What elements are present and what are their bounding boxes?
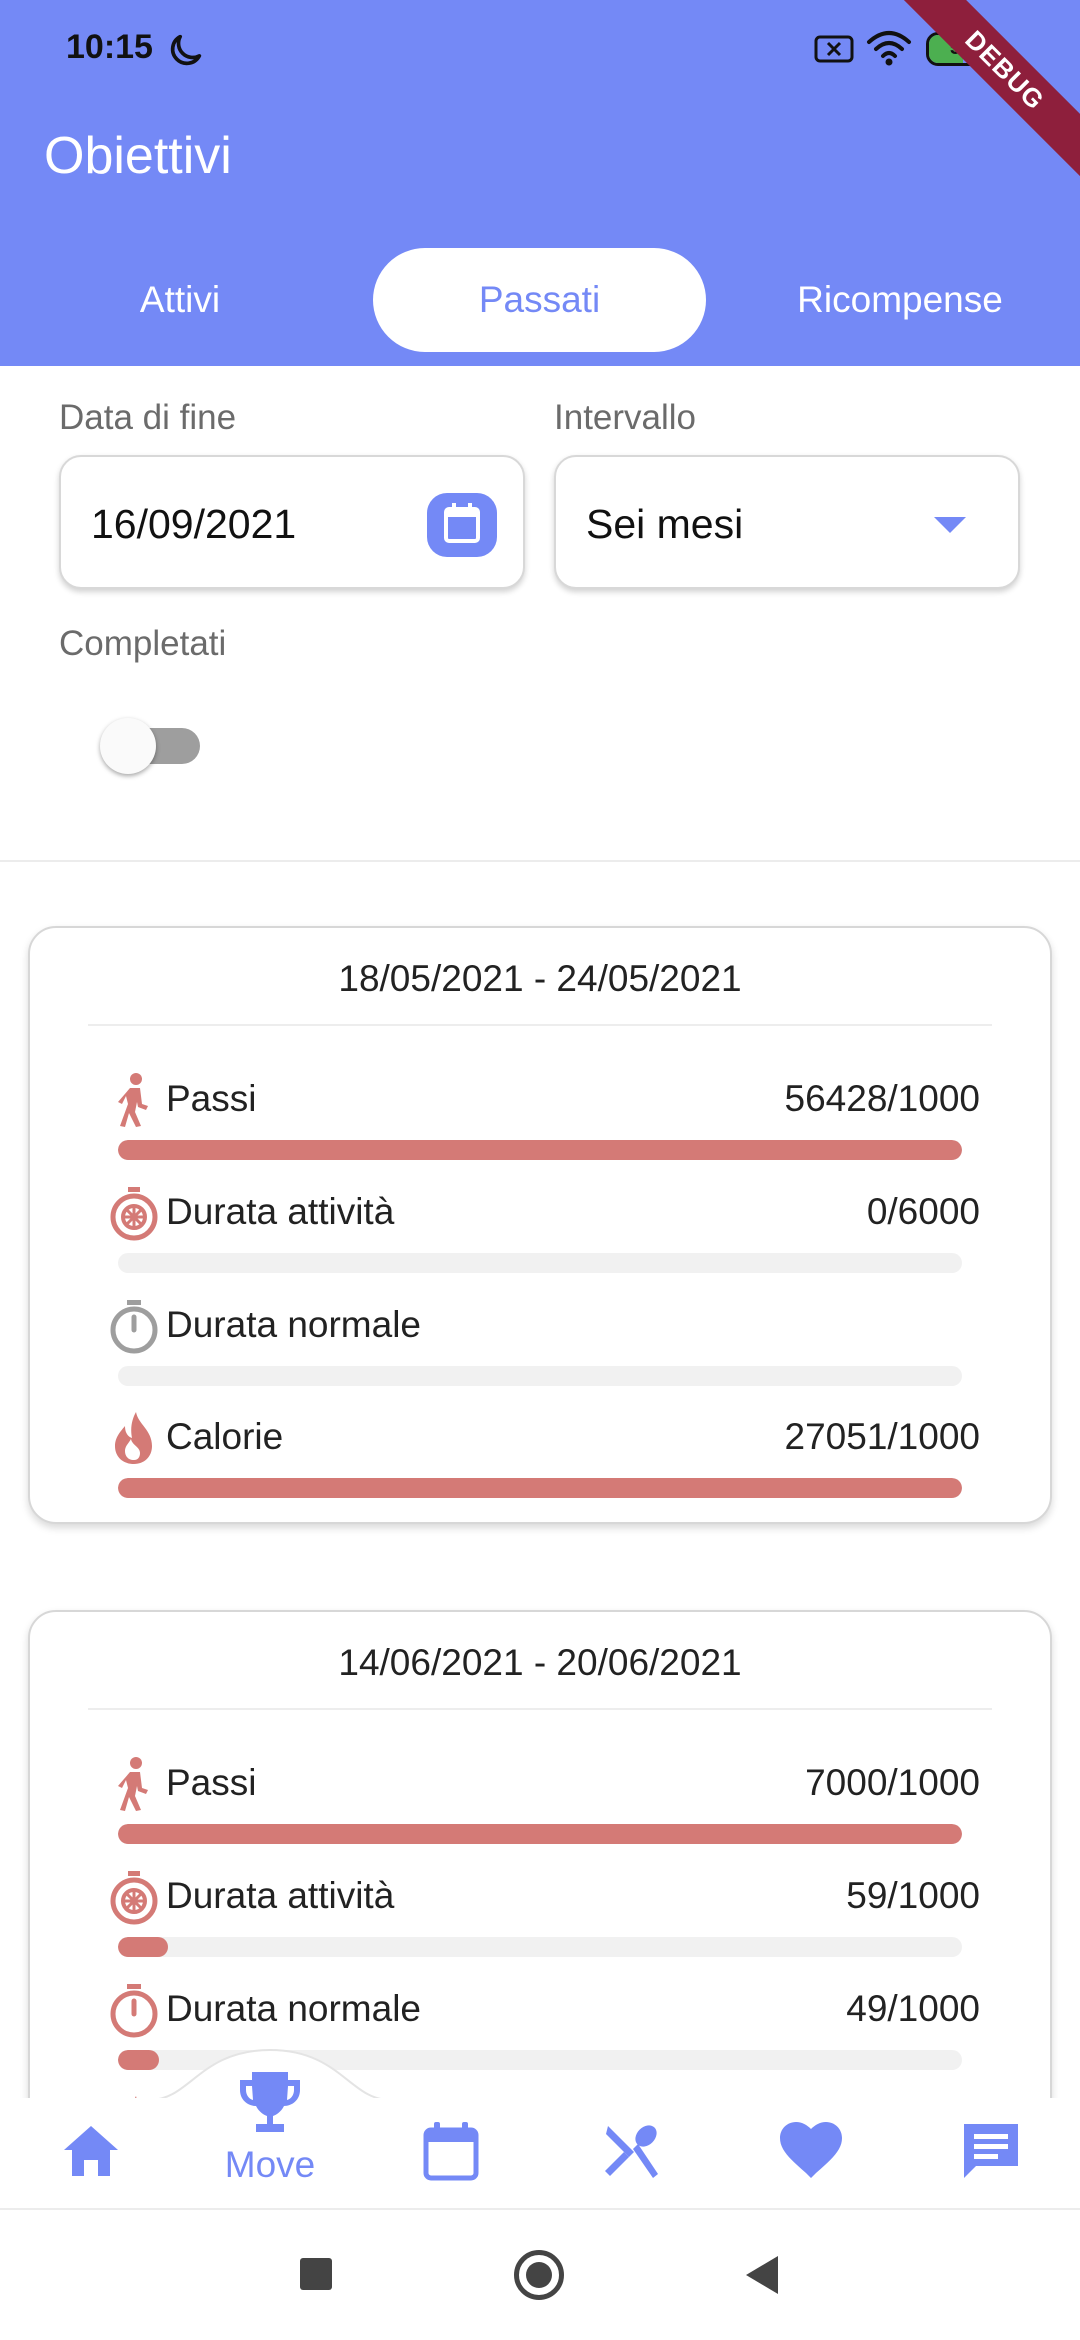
wifi-icon bbox=[867, 31, 911, 66]
goal-progress-bar bbox=[118, 1937, 962, 1957]
goal-period: 18/05/2021 - 24/05/2021 bbox=[338, 958, 742, 999]
dropdown-arrow-icon bbox=[934, 517, 966, 533]
debug-banner: DEBUG bbox=[886, 0, 1080, 189]
goal-label: Passi bbox=[166, 1078, 257, 1119]
goal-label: Passi bbox=[166, 1762, 257, 1803]
goal-value: 7000/1000 bbox=[805, 1762, 980, 1803]
tab-attivi[interactable]: Attivi bbox=[40, 248, 320, 352]
goal-value: 49/1000 bbox=[846, 1988, 980, 2029]
bottom-navigation bbox=[0, 2098, 1080, 2210]
goal-progress-bar bbox=[118, 1824, 962, 1844]
status-time: 10:15 bbox=[66, 28, 153, 66]
goal-progress-fill bbox=[118, 1937, 168, 1957]
goal-card[interactable]: 18/05/2021 - 24/05/2021 Passi 56428/1000… bbox=[28, 926, 1052, 1524]
goal-value: 0/6000 bbox=[866, 1191, 980, 1232]
goal-tabs: Attivi Passati Ricompense bbox=[0, 248, 1080, 352]
card-divider bbox=[88, 1708, 992, 1710]
card-divider bbox=[88, 1024, 992, 1026]
home-icon[interactable] bbox=[56, 2116, 126, 2186]
interval-value: Sei mesi bbox=[586, 501, 744, 547]
filters-divider bbox=[0, 860, 1080, 862]
utensils-icon[interactable] bbox=[596, 2116, 666, 2186]
nav-move-label[interactable]: Move bbox=[200, 2144, 340, 2186]
chat-icon[interactable] bbox=[956, 2116, 1026, 2186]
walking-icon bbox=[118, 1073, 148, 1127]
goal-label: Calorie bbox=[166, 1416, 284, 1457]
end-date-value: 16/09/2021 bbox=[91, 501, 297, 547]
toggle-thumb bbox=[100, 718, 156, 774]
fire-icon bbox=[115, 1412, 152, 1464]
goal-label: Durata attività bbox=[166, 1875, 395, 1916]
app-header: 10:15 53 DEBUG Obiettivi Attivi Passati … bbox=[0, 0, 1080, 366]
interval-select[interactable]: Sei mesi bbox=[554, 455, 1020, 589]
date-picker-button[interactable] bbox=[427, 493, 497, 557]
goal-progress-fill bbox=[118, 1824, 962, 1844]
goal-label: Durata attività bbox=[166, 1191, 395, 1232]
home-button[interactable] bbox=[514, 2250, 564, 2300]
calendar-nav-icon[interactable] bbox=[416, 2116, 486, 2186]
goal-value: 27051/1000 bbox=[784, 1416, 980, 1457]
activity-timer-icon bbox=[110, 1871, 158, 1925]
stopwatch-icon bbox=[110, 1300, 158, 1354]
goal-row-activity-duration: Durata attività 0/6000 bbox=[30, 1175, 1050, 1285]
goal-label: Durata normale bbox=[166, 1988, 422, 2029]
stopwatch-icon bbox=[110, 1984, 158, 2038]
tab-passati[interactable]: Passati bbox=[373, 248, 706, 352]
interval-label: Intervallo bbox=[554, 398, 697, 437]
heart-icon[interactable] bbox=[776, 2116, 846, 2186]
end-date-label: Data di fine bbox=[59, 398, 237, 437]
goal-row-steps: Passi 56428/1000 bbox=[30, 1062, 1050, 1172]
status-bar: 10:15 53 DEBUG bbox=[0, 0, 1080, 189]
walking-icon bbox=[118, 1757, 148, 1811]
goal-progress-bar bbox=[118, 1478, 962, 1498]
back-button[interactable] bbox=[746, 2256, 778, 2294]
completed-label: Completati bbox=[59, 624, 227, 663]
goal-progress-fill bbox=[118, 1140, 962, 1160]
goal-label: Durata normale bbox=[166, 1304, 422, 1345]
completed-toggle[interactable] bbox=[100, 718, 200, 774]
goal-progress-bar bbox=[118, 1253, 962, 1273]
goal-value: 59/1000 bbox=[846, 1875, 980, 1916]
goal-period: 14/06/2021 - 20/06/2021 bbox=[338, 1642, 742, 1683]
goal-progress-bar bbox=[118, 1366, 962, 1386]
goal-value: 56428/1000 bbox=[784, 1078, 980, 1119]
goal-progress-fill bbox=[118, 1478, 962, 1498]
calendar-icon bbox=[444, 503, 480, 543]
page-title: Obiettivi bbox=[44, 127, 232, 185]
recent-apps-button[interactable] bbox=[300, 2258, 332, 2290]
activity-timer-icon bbox=[110, 1187, 158, 1241]
goal-row-activity-duration: Durata attività 59/1000 bbox=[30, 1859, 1050, 1969]
no-sim-icon bbox=[814, 35, 854, 63]
goal-row-steps: Passi 7000/1000 bbox=[30, 1746, 1050, 1856]
goal-row-normal-duration: Durata normale bbox=[30, 1288, 1050, 1398]
moon-icon bbox=[170, 34, 202, 66]
goal-progress-bar bbox=[118, 1140, 962, 1160]
tab-ricompense[interactable]: Ricompense bbox=[770, 248, 1030, 352]
trophy-icon[interactable] bbox=[234, 2066, 306, 2138]
end-date-field[interactable]: 16/09/2021 bbox=[59, 455, 525, 589]
goal-row-calories: Calorie 27051/1000 bbox=[30, 1400, 1050, 1510]
